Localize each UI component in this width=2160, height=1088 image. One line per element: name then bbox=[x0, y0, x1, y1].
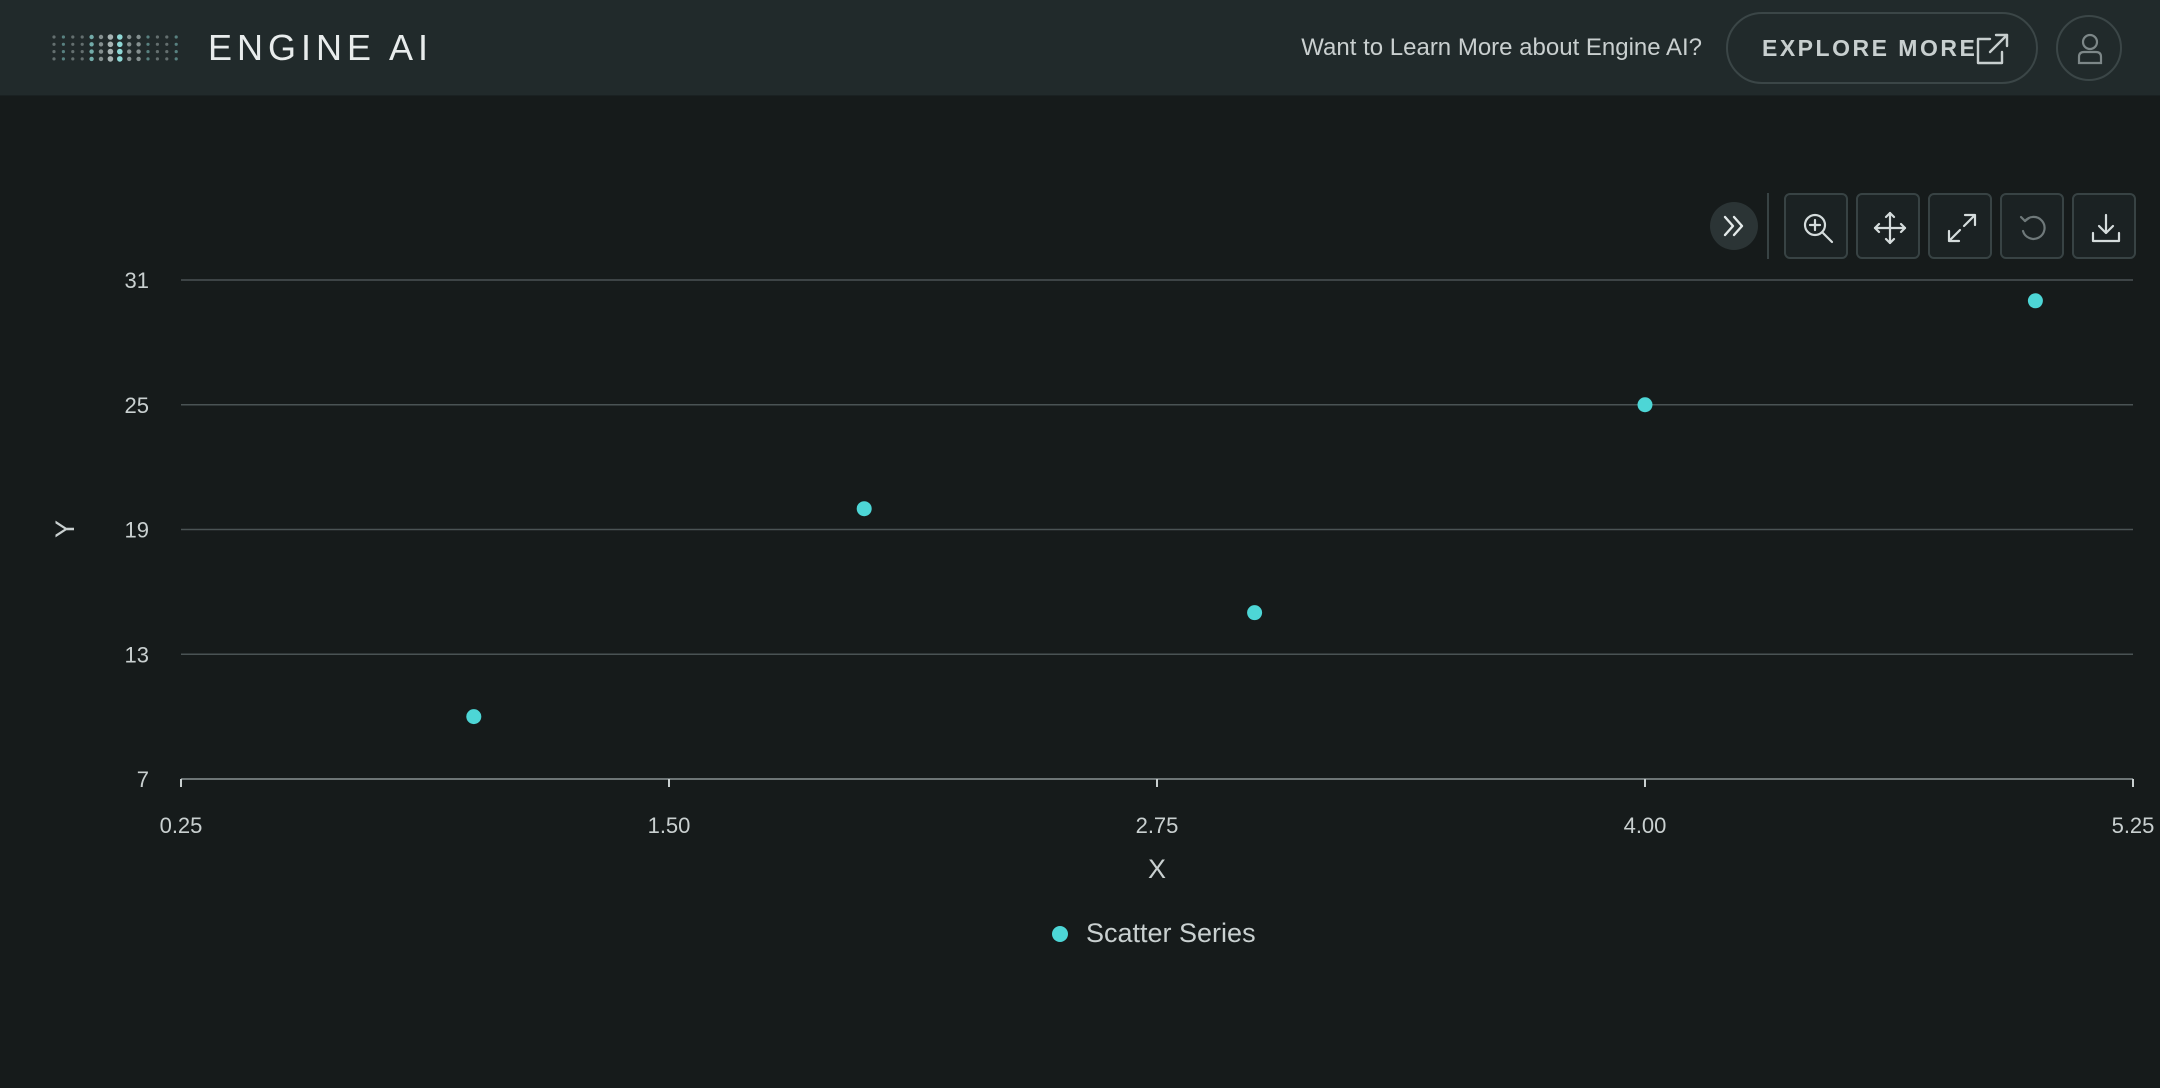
scatter-point bbox=[856, 501, 872, 517]
legend-label: Scatter Series bbox=[1086, 918, 1256, 948]
collapse-toolbar-button[interactable] bbox=[1710, 202, 1758, 250]
y-tick-label: 25 bbox=[125, 393, 149, 418]
legend-marker bbox=[1052, 925, 1068, 942]
y-tick-label: 31 bbox=[125, 268, 149, 293]
x-tick-label: 2.75 bbox=[1136, 813, 1179, 838]
scatter-point bbox=[1637, 397, 1653, 413]
scatter-point bbox=[466, 709, 482, 725]
download-button[interactable] bbox=[2072, 193, 2136, 259]
fullscreen-icon bbox=[1947, 213, 1977, 243]
x-tick-label: 4.00 bbox=[1624, 813, 1667, 838]
pan-button[interactable] bbox=[1856, 193, 1920, 259]
reset-button[interactable] bbox=[2000, 193, 2064, 259]
x-tick-label: 0.25 bbox=[160, 813, 203, 838]
scatter-point bbox=[1247, 605, 1263, 621]
download-icon bbox=[2091, 213, 2121, 243]
double-chevron-right-icon bbox=[1723, 215, 1744, 237]
y-axis-label: Y bbox=[50, 520, 80, 538]
scatter-point bbox=[2027, 293, 2043, 309]
pan-icon bbox=[1873, 211, 1907, 245]
zoom-in-icon bbox=[1803, 213, 1834, 244]
zoom-in-button[interactable] bbox=[1784, 193, 1848, 259]
fullscreen-button[interactable] bbox=[1928, 193, 1992, 259]
y-tick-label: 7 bbox=[137, 767, 149, 792]
y-tick-label: 19 bbox=[125, 518, 149, 543]
y-tick-label: 13 bbox=[125, 642, 149, 667]
x-tick-label: 1.50 bbox=[648, 813, 691, 838]
x-tick-label: 5.25 bbox=[2112, 813, 2155, 838]
reset-icon bbox=[2019, 215, 2046, 240]
toolbar-divider bbox=[1767, 193, 1769, 259]
x-axis-label: X bbox=[1148, 854, 1166, 884]
chart-legend[interactable]: Scatter Series bbox=[1052, 918, 1256, 949]
